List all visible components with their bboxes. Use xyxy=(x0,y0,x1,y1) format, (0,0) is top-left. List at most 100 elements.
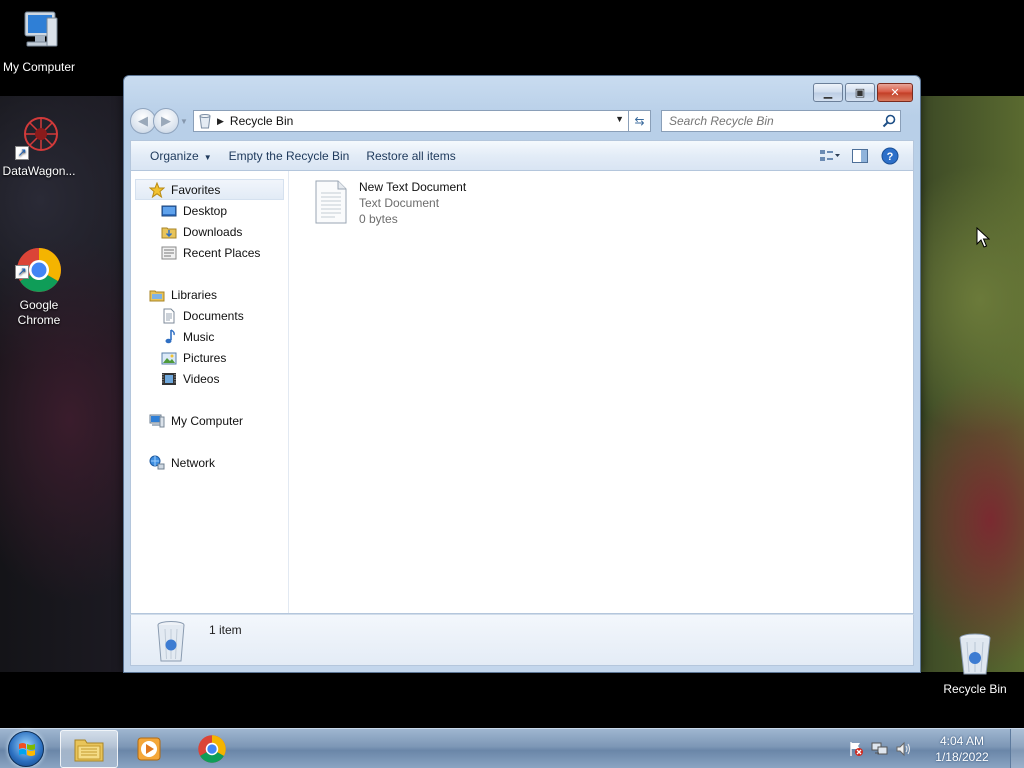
forward-button[interactable]: ▶ xyxy=(153,108,179,134)
start-button[interactable] xyxy=(8,731,44,767)
file-item[interactable]: New Text Document Text Document 0 bytes xyxy=(313,179,466,227)
restore-all-items-button[interactable]: Restore all items xyxy=(359,145,462,167)
refresh-button[interactable]: ⇆ xyxy=(629,110,651,132)
search-icon[interactable] xyxy=(882,114,896,128)
view-controls: ? xyxy=(811,145,901,167)
desktop-icon-my-computer[interactable]: My Computer xyxy=(0,8,78,75)
minimize-icon: ▁ xyxy=(823,87,833,99)
nav-pictures[interactable]: Pictures xyxy=(131,347,288,368)
nav-desktop[interactable]: Desktop xyxy=(131,200,288,221)
desktop-icon-label: My Computer xyxy=(2,60,76,74)
address-dropdown-icon[interactable]: ▼ xyxy=(615,114,624,124)
maximize-button[interactable]: ▣ xyxy=(845,83,875,102)
organize-button[interactable]: Organize ▼ xyxy=(143,145,219,167)
datawagon-icon: ↗ xyxy=(15,112,63,160)
search-box[interactable] xyxy=(661,110,901,132)
arrow-right-icon: ▶ xyxy=(161,113,171,128)
nav-favorites-label: Favorites xyxy=(171,182,221,197)
help-icon: ? xyxy=(881,147,899,165)
nav-recent-places-label: Recent Places xyxy=(183,245,261,260)
computer-icon xyxy=(149,413,165,429)
nav-recent-places[interactable]: Recent Places xyxy=(131,242,288,263)
taskbar-media-player[interactable] xyxy=(120,730,178,768)
breadcrumb-recycle-bin[interactable]: Recycle Bin xyxy=(230,114,293,128)
file-type: Text Document xyxy=(359,196,440,210)
shortcut-arrow-icon: ↗ xyxy=(15,265,29,279)
nav-network[interactable]: Network xyxy=(131,452,288,473)
clock-date: 1/18/2022 xyxy=(935,750,989,764)
clock[interactable]: 4:04 AM 1/18/2022 xyxy=(920,733,1004,765)
organize-label: Organize xyxy=(150,148,199,163)
recycle-bin-icon xyxy=(951,630,999,678)
arrow-left-icon: ◀ xyxy=(138,113,148,128)
refresh-icon: ⇆ xyxy=(634,114,645,128)
caption-buttons: ▁ ▣ ✕ xyxy=(811,83,913,102)
computer-icon xyxy=(15,8,63,56)
system-tray: 4:04 AM 1/18/2022 xyxy=(846,729,1024,768)
nav-libraries-label: Libraries xyxy=(171,287,218,302)
file-list[interactable]: New Text Document Text Document 0 bytes xyxy=(289,171,913,613)
downloads-folder-icon xyxy=(161,224,177,240)
desktop-icon-recycle-bin[interactable]: Recycle Bin xyxy=(936,630,1014,697)
shortcut-arrow-icon: ↗ xyxy=(15,146,29,160)
navigation-pane[interactable]: Favorites Desktop Downloads Recent Place… xyxy=(131,171,289,613)
wallpaper-band-bottom xyxy=(0,672,1024,728)
file-size: 0 bytes xyxy=(359,212,398,226)
nav-documents[interactable]: Documents xyxy=(131,305,288,326)
item-count: 1 item xyxy=(209,623,242,637)
restore-icon: ▣ xyxy=(854,87,866,99)
nav-my-computer-label: My Computer xyxy=(171,413,244,428)
view-options-icon xyxy=(820,150,840,161)
close-icon: ✕ xyxy=(890,87,900,99)
breadcrumb-separator-icon[interactable]: ▶ xyxy=(217,116,224,127)
taskbar-chrome[interactable] xyxy=(183,730,241,768)
file-name: New Text Document xyxy=(359,180,467,194)
windows-explorer-icon xyxy=(74,739,104,762)
empty-recycle-bin-button[interactable]: Empty the Recycle Bin xyxy=(222,145,357,167)
address-bar[interactable]: ▶ Recycle Bin ▼ xyxy=(193,110,629,132)
desktop-icon-label: DataWagon... xyxy=(2,164,76,178)
network-icon xyxy=(149,455,165,471)
navigation-bar: ◀ ▶ ▼ ▶ Recycle Bin ▼ ⇆ xyxy=(130,108,914,134)
nav-downloads[interactable]: Downloads xyxy=(131,221,288,242)
videos-icon xyxy=(161,371,177,387)
close-button[interactable]: ✕ xyxy=(877,83,913,102)
nav-libraries[interactable]: Libraries xyxy=(131,284,288,305)
content-area: Favorites Desktop Downloads Recent Place… xyxy=(130,170,914,614)
taskbar-windows-explorer[interactable] xyxy=(60,730,118,768)
nav-pictures-label: Pictures xyxy=(183,350,227,365)
command-bar: Organize ▼ Empty the Recycle Bin Restore … xyxy=(130,140,914,170)
media-player-icon xyxy=(137,737,161,761)
desktop-icon-datawagon[interactable]: ↗ DataWagon... xyxy=(0,112,78,179)
mouse-cursor-icon xyxy=(976,227,990,248)
desktop-icon-google-chrome[interactable]: ↗ Google Chrome xyxy=(0,216,78,328)
file-info: New Text Document Text Document 0 bytes xyxy=(359,179,466,227)
pictures-icon xyxy=(161,350,177,366)
desktop-icon-label: Google Chrome xyxy=(17,298,61,327)
clock-time: 4:04 AM xyxy=(939,734,985,748)
speaker-icon xyxy=(896,741,910,757)
volume-button[interactable] xyxy=(894,740,914,758)
preview-pane-icon xyxy=(852,149,868,163)
minimize-button[interactable]: ▁ xyxy=(813,83,843,102)
libraries-icon xyxy=(149,287,165,303)
nav-my-computer[interactable]: My Computer xyxy=(131,410,288,431)
action-center-button[interactable] xyxy=(846,740,866,758)
nav-music[interactable]: Music xyxy=(131,326,288,347)
recent-pages-dropdown[interactable]: ▼ xyxy=(179,117,189,126)
search-input[interactable] xyxy=(669,114,869,128)
nav-favorites[interactable]: Favorites xyxy=(135,179,284,200)
nav-documents-label: Documents xyxy=(183,308,244,323)
network-tray-button[interactable] xyxy=(870,740,890,758)
desktop-icon-label: Recycle Bin xyxy=(943,682,1007,696)
change-view-button[interactable] xyxy=(819,145,841,167)
nav-videos[interactable]: Videos xyxy=(131,368,288,389)
windows-logo-icon xyxy=(19,743,35,756)
network-status-icon xyxy=(871,742,888,755)
explorer-window[interactable]: ▁ ▣ ✕ ◀ ▶ ▼ ▶ Recycle Bin ▼ ⇆ Search Rec… xyxy=(123,75,921,673)
help-button[interactable]: ? xyxy=(879,145,901,167)
preview-pane-button[interactable] xyxy=(849,145,871,167)
flag-error-icon xyxy=(850,742,863,756)
show-desktop-button[interactable] xyxy=(1010,729,1024,768)
nav-desktop-label: Desktop xyxy=(183,203,228,218)
